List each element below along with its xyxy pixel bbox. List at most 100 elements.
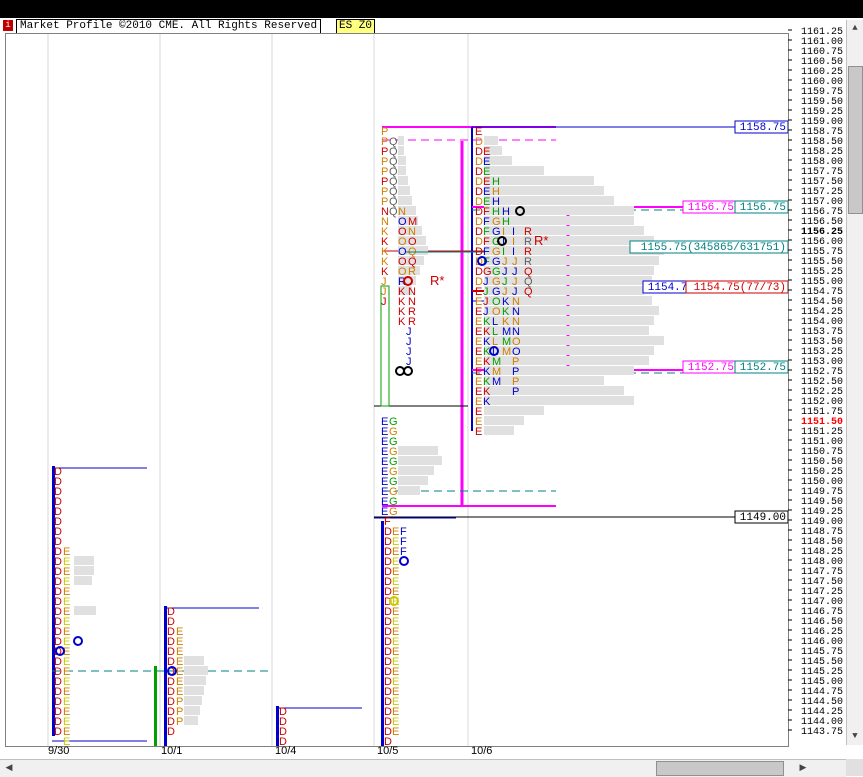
scroll-up-icon[interactable]: ▲	[848, 21, 862, 35]
tpo-column: EEEEEEEPPP	[176, 626, 183, 728]
volume-bar	[398, 486, 420, 495]
window-title-bar	[0, 0, 863, 18]
date-label: 10/1	[161, 745, 183, 757]
volume-bar	[484, 376, 604, 385]
volume-bar	[398, 156, 406, 165]
tpo-letter: P	[512, 386, 519, 398]
volume-bar	[484, 426, 514, 435]
volume-bar	[184, 666, 208, 675]
tpo-letter: E	[392, 726, 399, 738]
price-label: 1149.00	[734, 510, 788, 524]
ib-star-label: R*	[430, 273, 444, 288]
price-label: 1156.75	[682, 200, 737, 214]
volume-bar	[484, 306, 659, 315]
date-label: 10/5	[377, 745, 399, 757]
tpo-column: GGGGGGGGGG	[389, 416, 398, 518]
price-label-text: 1156.75	[688, 202, 734, 214]
date-axis: 9/30 10/1 10/4 10/5 10/6	[5, 745, 788, 759]
volume-bar	[484, 276, 652, 285]
volume-bar	[398, 146, 404, 155]
volume-bar	[74, 576, 92, 585]
tpo-column: NOOOOOOR	[398, 206, 407, 288]
volume-bar	[398, 446, 438, 455]
volume-bar	[74, 606, 96, 615]
chart-header: i Market Profile ©2010 CME. All Rights R…	[0, 18, 863, 34]
tpo-letter: J	[381, 296, 387, 308]
volume-bar	[484, 196, 614, 205]
tpo-letter: D	[54, 726, 62, 738]
tpo-column: HHHHGGGGGGGGOOLLLLMMM	[492, 176, 501, 388]
horizontal-scroll-thumb[interactable]	[656, 761, 784, 776]
tpo-column: EDDDDDDDDDDDDDDDEEEEEEEEEEEEEEE	[475, 126, 483, 438]
tpo-letter: Q	[389, 206, 398, 218]
scroll-down-icon[interactable]: ▼	[848, 729, 862, 743]
volume-bar	[184, 706, 200, 715]
price-axis: 1161.25 1161.00 1160.75 1160.50 1160.25 1160.…	[788, 20, 846, 745]
scroll-left-icon[interactable]: ◀	[2, 761, 16, 775]
price-label-text: 1152.75	[740, 362, 786, 374]
price-label-text: 1152.75	[688, 362, 734, 374]
tpo-column: FFF	[400, 526, 407, 558]
tpo-letter: M	[492, 376, 501, 388]
volume-bar	[398, 166, 406, 175]
vertical-scrollbar[interactable]: ▲ ▼	[846, 20, 863, 745]
volume-bar	[184, 716, 198, 725]
tpo-letter: D	[167, 726, 175, 738]
tpo-column: PPPPPPPPNNKKKKKJJJ	[381, 126, 389, 308]
volume-bar	[398, 456, 442, 465]
volume-bar	[484, 386, 624, 395]
tpo-letter: K	[483, 396, 491, 408]
volume-bar	[484, 136, 498, 145]
volume-bar	[74, 556, 94, 565]
horizontal-scrollbar[interactable]: ◀ ▶	[0, 759, 846, 777]
tpo-letter: K	[398, 316, 406, 328]
ib-star-label: R*	[534, 233, 548, 248]
tpo-column: QQQQQQQQ	[389, 136, 398, 218]
volume-bar	[184, 656, 204, 665]
vertical-scroll-thumb[interactable]	[848, 66, 863, 214]
scrollbar-corner	[846, 759, 863, 776]
price-label-text: 1156.75	[740, 202, 786, 214]
tpo-column: NNRR	[408, 286, 416, 328]
volume-bar	[484, 166, 544, 175]
tpo-column: EEEEEEEEEE	[381, 416, 388, 518]
volume-bar	[398, 476, 428, 485]
tpo-column: MNOQQR	[408, 216, 417, 278]
tpo-column: EEEEEEFFFFFFGJJJJKKKKKKKKK	[483, 146, 492, 408]
tpo-column: DDDD	[279, 706, 287, 746]
volume-bar	[484, 416, 524, 425]
volume-bar	[484, 236, 654, 245]
volume-bar	[398, 186, 410, 195]
close-marker	[403, 366, 413, 376]
tpo-letter: M	[502, 346, 511, 358]
price-label: 1156.75	[734, 200, 788, 214]
price-label-text: 1149.00	[740, 512, 786, 524]
tpo-column: JJJJ	[406, 326, 412, 368]
volume-bar	[398, 136, 404, 145]
tpo-column: EEEEEEEEEEEEEEEEEEEEE	[392, 526, 399, 738]
tpo-letter: Q	[524, 286, 533, 298]
date-label: 10/6	[471, 745, 493, 757]
date-label: 9/30	[48, 745, 70, 757]
tpo-letter: E	[475, 426, 482, 438]
volume-bar	[484, 186, 604, 195]
volume-bar	[484, 256, 659, 265]
price-label: 1152.75	[682, 360, 737, 374]
ib-range-bar	[154, 666, 157, 746]
open-marker	[399, 556, 409, 566]
volume-bar	[398, 176, 408, 185]
volume-bar	[398, 196, 412, 205]
volume-bar	[398, 466, 434, 475]
tpo-column: KKKK	[398, 286, 406, 328]
close-marker	[395, 366, 405, 376]
market-profile-plot[interactable]: DDDDDDDDDDDDDDDDDDDDDDDDDDDEEEEEEEEEEEEE…	[5, 33, 789, 747]
info-icon[interactable]: i	[3, 20, 13, 31]
scroll-right-icon[interactable]: ▶	[796, 761, 810, 775]
profile-canvas: DDDDDDDDDDDDDDDDDDDDDDDDDDDEEEEEEEEEEEEE…	[47, 34, 788, 746]
tpo-column: EEEEEEEEEEEEEEEEEEEEEE	[63, 546, 70, 746]
chart-title: Market Profile ©2010 CME. All Rights Res…	[16, 19, 322, 34]
symbol-badge[interactable]: ES Z0	[336, 19, 376, 34]
volume-bar	[484, 316, 654, 325]
price-label-text: 1154.75(77/73)	[694, 282, 786, 294]
volume-bar	[484, 406, 544, 415]
